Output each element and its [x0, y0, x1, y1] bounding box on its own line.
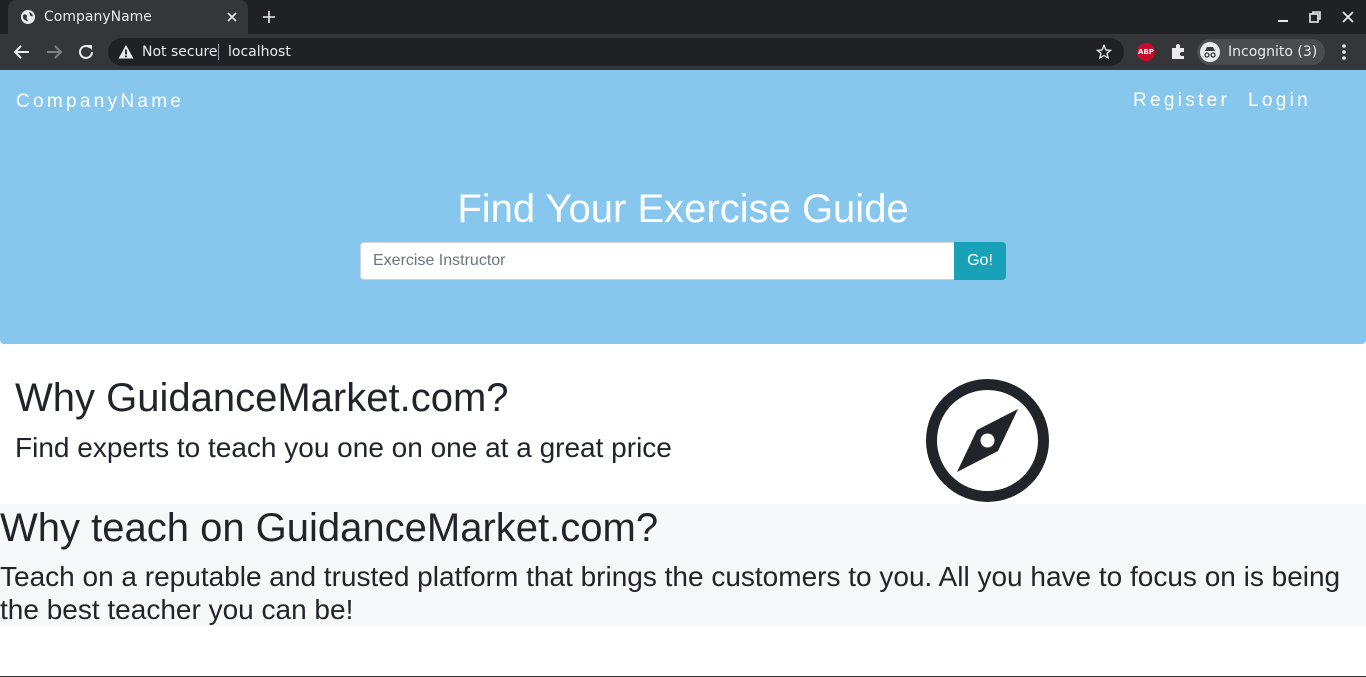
adblock-extension-icon[interactable]: ABP — [1137, 43, 1155, 61]
teach-heading: Why teach on GuidanceMarket.com? — [0, 506, 659, 550]
restore-icon[interactable] — [1308, 10, 1322, 24]
search-go-button[interactable]: Go! — [954, 242, 1006, 280]
brand-logo-link[interactable]: CompanyName — [16, 91, 184, 113]
why-description: Find experts to teach you one on one at … — [15, 432, 672, 463]
compass-icon — [926, 379, 1049, 502]
bookmark-star-icon[interactable] — [1096, 44, 1112, 60]
teach-description: Teach on a reputable and trusted platfor… — [0, 561, 1341, 625]
warning-icon — [118, 45, 134, 59]
incognito-label: Incognito (3) — [1228, 44, 1318, 60]
teach-section: Why teach on GuidanceMarket.com? Teach o… — [0, 504, 1366, 626]
why-heading: Why GuidanceMarket.com? — [15, 376, 509, 420]
nav-register-link[interactable]: Register — [1133, 90, 1230, 112]
reload-icon[interactable] — [77, 43, 95, 61]
hero-banner: CompanyName Register Login Find Your Exe… — [0, 70, 1366, 344]
browser-toolbar: Not secure localhost ABP Incognito (3) — [0, 34, 1366, 70]
globe-icon — [21, 10, 35, 24]
close-window-icon[interactable] — [1341, 10, 1355, 24]
back-arrow-icon[interactable] — [13, 43, 31, 61]
address-bar[interactable]: Not secure localhost — [108, 38, 1124, 66]
new-tab-icon[interactable] — [261, 9, 277, 25]
minimize-icon[interactable] — [1276, 10, 1290, 24]
address-divider — [218, 44, 219, 60]
browser-tabstrip: CompanyName — [0, 0, 1366, 34]
hero-title: Find Your Exercise Guide — [457, 187, 909, 231]
security-status[interactable]: Not secure — [142, 44, 218, 60]
close-tab-icon[interactable] — [224, 9, 240, 25]
nav-login-link[interactable]: Login — [1248, 90, 1311, 112]
forward-arrow-icon[interactable] — [45, 43, 63, 61]
browser-tab[interactable]: CompanyName — [8, 0, 248, 34]
search-input[interactable] — [360, 242, 954, 280]
extensions-puzzle-icon[interactable] — [1170, 43, 1187, 60]
url-text[interactable]: localhost — [228, 44, 291, 60]
kebab-menu-icon[interactable] — [1337, 43, 1351, 61]
incognito-badge[interactable]: Incognito (3) — [1197, 39, 1325, 65]
incognito-icon — [1200, 42, 1220, 62]
tab-title: CompanyName — [44, 9, 152, 25]
